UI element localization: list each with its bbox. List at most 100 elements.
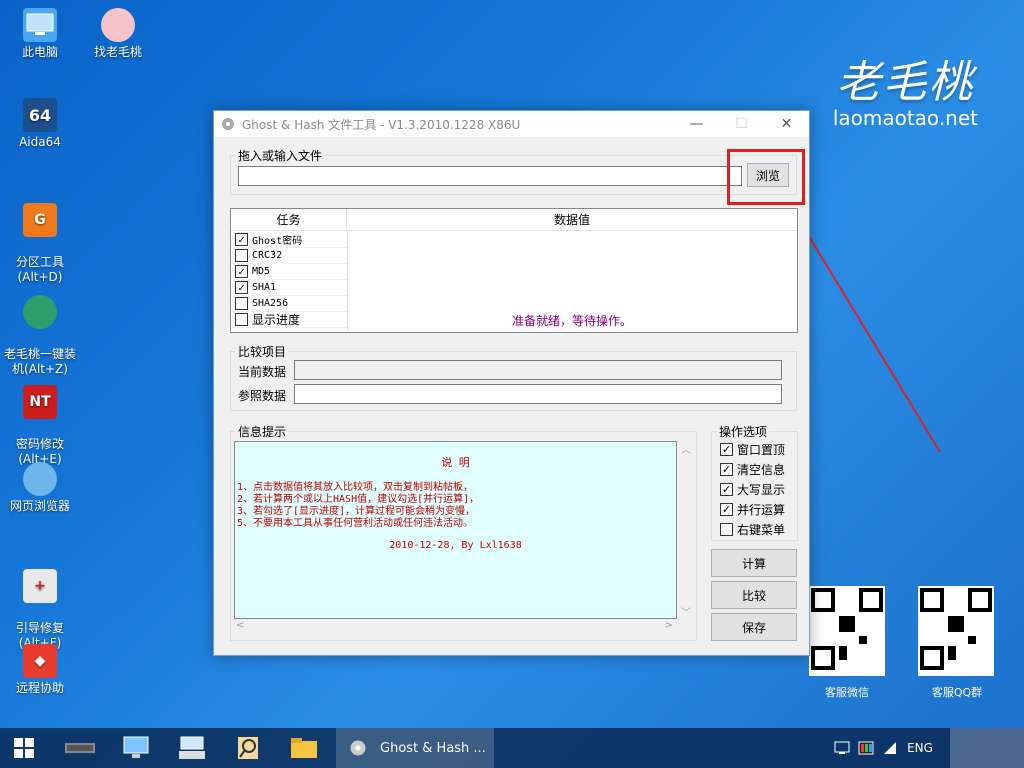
app-icon [222,118,234,130]
checkbox-icon[interactable] [235,313,248,326]
scroll-right-icon[interactable]: > [665,620,673,631]
compare-button[interactable]: 比较 [711,581,797,609]
desktop-icon-browser[interactable]: 网页浏览器 [2,462,78,514]
magnifier-icon [238,737,258,759]
task-row-sha1[interactable]: ✓ SHA1 [231,280,347,296]
language-indicator[interactable]: ENG [900,728,940,768]
windows-icon [14,738,34,758]
network-icon [884,742,896,754]
qr-label-wechat: 客服微信 [825,686,869,699]
checkbox-icon[interactable] [235,297,248,310]
file-group-label: 拖入或输入文件 [236,147,325,164]
desktop-icon-find-laomaotao[interactable]: 找老毛桃 [80,8,156,60]
display-icon [834,741,850,754]
scroll-up-icon[interactable]: ︿ [678,441,694,456]
task-table: 任务 数据值 ✓ Ghost密码 CRC32 ✓ MD5 ✓ SHA1 SHA256 … [230,208,798,333]
taskbar-ghost-hash-app[interactable]: Ghost & Hash ... [336,728,494,768]
checkbox-icon[interactable]: ✓ [235,265,248,278]
option-always-on-top[interactable]: ✓ 窗口置顶 [720,441,785,458]
option-label: 清空信息 [737,463,786,477]
desktop-icon-label: 此电脑 [21,45,58,59]
vertical-scrollbar[interactable]: ︿ ﹀ [678,441,694,619]
horizontal-scrollbar[interactable]: < > [234,619,677,635]
task-row-md5[interactable]: ✓ MD5 [231,264,347,280]
tray-display-icon[interactable] [832,728,852,768]
value-column-header: 数据值 [347,209,797,231]
calculate-button[interactable]: 计算 [711,549,797,577]
minimize-button[interactable]: — [674,111,719,137]
qr-label-qq: 客服QQ群 [931,686,983,699]
folder-icon [291,738,317,758]
tray-color-icon[interactable] [856,728,876,768]
taskbar-app-label: Ghost & Hash ... [380,740,486,756]
install-icon [23,295,57,329]
first-aid-icon: + [23,569,57,603]
task-name: SHA1 [252,282,277,293]
reference-data-label: 参照数据 [238,389,287,403]
task-name: 显示进度 [252,313,301,327]
desktop-icon-label: Aida64 [19,135,61,149]
option-clear-info[interactable]: ✓ 清空信息 [720,461,785,478]
tray-network-icon[interactable] [880,728,900,768]
task-name: MD5 [252,266,271,277]
option-label: 大写显示 [737,483,786,497]
taskbar-keyboard-app[interactable] [168,728,216,768]
file-path-input[interactable] [238,166,742,186]
options-group-label: 操作选项 [717,423,770,440]
show-desktop-button[interactable] [950,728,1024,768]
task-name: SHA256 [252,298,289,309]
task-row-progress[interactable]: 显示进度 [231,312,347,328]
remote-icon: ◆ [23,644,57,678]
computer-icon [23,8,57,42]
desktop-icon-aida64[interactable]: 64 Aida64 [2,98,78,150]
start-button[interactable] [0,728,48,768]
taskbar-network-app[interactable] [112,728,160,768]
task-row-sha256[interactable]: SHA256 [231,296,347,312]
checkbox-icon[interactable] [720,523,733,536]
close-button[interactable]: ✕ [764,111,809,137]
memory-chip-icon [65,743,95,753]
reference-data-field[interactable] [294,384,782,404]
option-context-menu[interactable]: 右键菜单 [720,521,785,538]
password-icon: NT [23,385,57,419]
save-button[interactable]: 保存 [711,613,797,641]
checkbox-icon[interactable]: ✓ [235,233,248,246]
checkbox-icon[interactable]: ✓ [720,443,733,456]
option-uppercase[interactable]: ✓ 大写显示 [720,481,785,498]
globe-icon [23,462,57,496]
qr-code-qq [918,586,994,676]
current-data-field [294,360,782,380]
checkbox-icon[interactable]: ✓ [720,483,733,496]
monitor-icon [123,736,149,758]
scroll-down-icon[interactable]: ﹀ [678,604,694,619]
checkbox-icon[interactable]: ✓ [720,463,733,476]
compare-group-label: 比较项目 [236,343,289,360]
scroll-left-icon[interactable]: < [236,620,244,631]
partition-icon: G [23,203,57,237]
info-line: 5、不要用本工具从事任何营利活动或任何违法活动。 [237,518,474,529]
title-bar[interactable]: Ghost & Hash 文件工具 - V1.3.2010.1228 X86U … [214,111,809,137]
qr-code-wechat [809,586,885,676]
brand-url: laomaotao.net [832,106,978,130]
taskbar-search-app[interactable] [224,728,272,768]
peach-icon [101,8,135,42]
checkbox-icon[interactable]: ✓ [720,503,733,516]
brand-title: 老毛桃 [836,57,975,108]
desktop-icon-remote-assist[interactable]: ◆ 远程协助 [2,644,78,696]
option-parallel[interactable]: ✓ 并行运算 [720,501,785,518]
task-column-header: 任务 [231,209,347,231]
checkbox-icon[interactable]: ✓ [235,281,248,294]
option-label: 右键菜单 [737,523,786,537]
taskbar-explorer-app[interactable] [280,728,328,768]
maximize-button[interactable]: ☐ [719,111,764,137]
aida64-icon: 64 [23,98,57,132]
keyboard-icon [179,736,205,759]
info-footer: 2010-12-28, By Lxl1638 [389,540,522,551]
desktop-icon-this-pc[interactable]: 此电脑 [2,8,78,60]
checkbox-icon[interactable] [235,249,248,262]
info-text-area[interactable]: 说 明 1、点击数据值将其放入比较项，双击复制到粘帖板， 2、若计算两个或以上H… [234,441,677,619]
task-row-ghost[interactable]: ✓ Ghost密码 [231,232,347,248]
info-group-label: 信息提示 [236,423,289,440]
task-row-crc32[interactable]: CRC32 [231,248,347,264]
taskbar-memory-app[interactable] [56,728,104,768]
